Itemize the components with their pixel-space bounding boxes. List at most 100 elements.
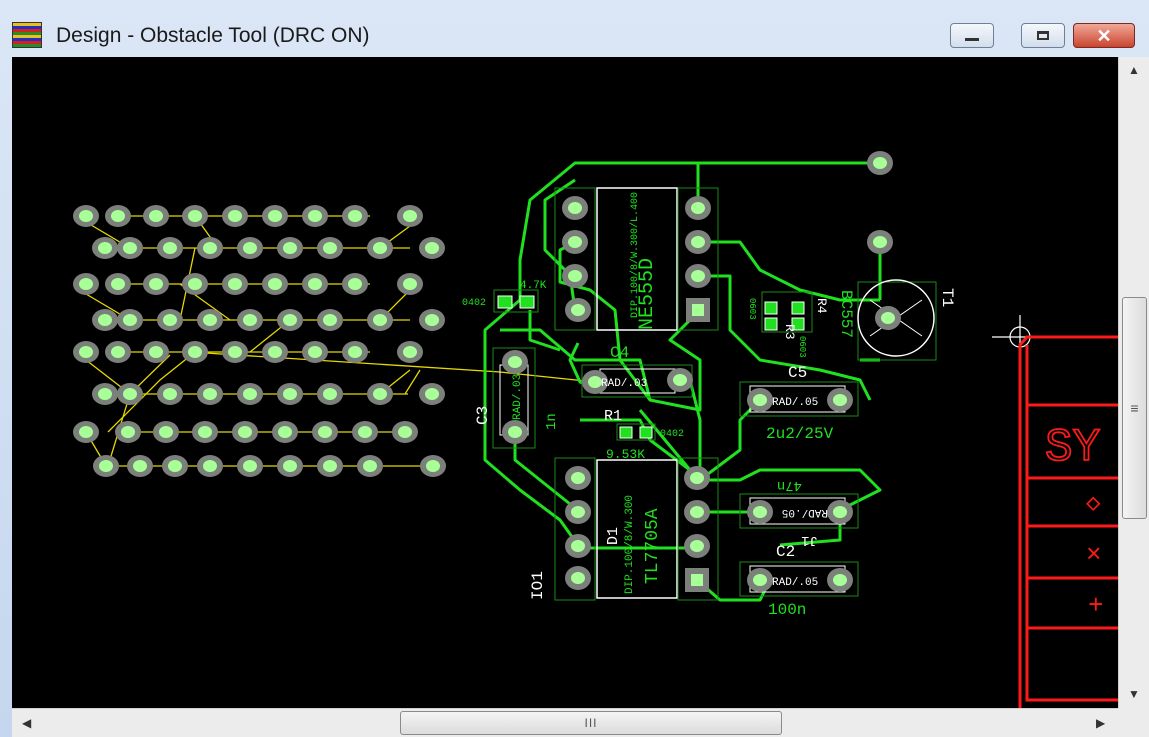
maximize-button[interactable] bbox=[1021, 23, 1065, 48]
via-pad-hole bbox=[98, 314, 112, 326]
via-pad-hole bbox=[243, 242, 257, 254]
title-block-panel bbox=[1018, 335, 1118, 708]
via-pad-hole bbox=[121, 426, 135, 438]
via-pad-hole bbox=[79, 426, 93, 438]
via-pad-hole bbox=[228, 278, 242, 290]
component-labels: NE555D DIP.100/8/W.300/L.400 C4 RAD/.03 … bbox=[462, 192, 956, 619]
via-pad-hole bbox=[373, 388, 387, 400]
via-pad-hole bbox=[373, 314, 387, 326]
via-pad-hole bbox=[308, 278, 322, 290]
scroll-up-arrow-icon[interactable]: ▲ bbox=[1128, 63, 1140, 77]
through-hole-pad-hole bbox=[571, 472, 585, 484]
through-hole-pad-hole bbox=[753, 506, 767, 518]
c1-footprint: RAD/.05 bbox=[782, 506, 828, 518]
vertical-scrollbar[interactable]: ▲ ≡ ▼ bbox=[1118, 57, 1149, 708]
via-pad-hole bbox=[198, 426, 212, 438]
panel-diamond-symbol: ◇ bbox=[1086, 491, 1101, 518]
c5-value: 2u2/25V bbox=[766, 425, 834, 443]
scroll-left-arrow-icon[interactable]: ◀ bbox=[22, 716, 31, 730]
c2-footprint: RAD/.05 bbox=[772, 577, 818, 589]
j1-label: J1 bbox=[801, 532, 818, 548]
vertical-scroll-thumb[interactable]: ≡ bbox=[1122, 297, 1147, 519]
via-pad-hole bbox=[323, 460, 337, 472]
via-pad-hole bbox=[228, 210, 242, 222]
via-pad-hole bbox=[425, 388, 439, 400]
pcb-layout[interactable]: NE555D DIP.100/8/W.300/L.400 C4 RAD/.03 … bbox=[12, 57, 1118, 708]
scroll-down-arrow-icon[interactable]: ▼ bbox=[1128, 687, 1140, 701]
horizontal-scrollbar[interactable]: ◀ III ▶ bbox=[12, 708, 1118, 737]
via-pad-hole bbox=[283, 388, 297, 400]
window-title: Design - Obstacle Tool (DRC ON) bbox=[56, 24, 370, 47]
via-pad-hole bbox=[425, 314, 439, 326]
through-hole-pad-hole bbox=[571, 304, 585, 316]
through-hole-pad-hole bbox=[571, 506, 585, 518]
via-pad-hole bbox=[238, 426, 252, 438]
via-pad-hole bbox=[373, 242, 387, 254]
via-pad-hole bbox=[111, 210, 125, 222]
via-pad-hole bbox=[111, 346, 125, 358]
minimize-icon bbox=[965, 38, 979, 41]
via-pad-hole bbox=[363, 460, 377, 472]
via-pad-hole bbox=[188, 278, 202, 290]
via-pad-hole bbox=[163, 242, 177, 254]
via-pad-hole bbox=[228, 346, 242, 358]
via-pad-hole bbox=[323, 388, 337, 400]
horizontal-thumb-grip: III bbox=[584, 716, 598, 730]
via-pad-hole bbox=[278, 426, 292, 438]
c2-label: C2 bbox=[776, 543, 795, 561]
c3-label: C3 bbox=[474, 406, 492, 425]
via-pad-hole bbox=[203, 314, 217, 326]
through-hole-pad-hole bbox=[508, 356, 522, 368]
via-pad-hole bbox=[283, 460, 297, 472]
via-pad-hole bbox=[268, 346, 282, 358]
via-pad-hole bbox=[123, 242, 137, 254]
c4-label: C4 bbox=[610, 344, 629, 362]
via-pad-hole bbox=[168, 460, 182, 472]
via-pad-hole bbox=[98, 242, 112, 254]
via-pad-hole bbox=[98, 388, 112, 400]
through-hole-pad-hole bbox=[881, 312, 895, 324]
close-button[interactable]: ✕ bbox=[1073, 23, 1135, 48]
horizontal-scroll-thumb[interactable]: III bbox=[400, 711, 782, 735]
r1-value: 9.53K bbox=[606, 447, 645, 462]
c5-footprint: RAD/.05 bbox=[772, 397, 818, 409]
resize-grip[interactable] bbox=[1118, 708, 1149, 737]
through-hole-pad-hole bbox=[691, 236, 705, 248]
title-bar[interactable]: Design - Obstacle Tool (DRC ON) ✕ bbox=[0, 0, 1149, 56]
via-pad-hole bbox=[323, 314, 337, 326]
r3-label: R3 bbox=[782, 324, 797, 340]
via-pad-hole bbox=[268, 210, 282, 222]
via-pad-hole bbox=[188, 210, 202, 222]
via-pad-hole bbox=[398, 426, 412, 438]
application-window: Design - Obstacle Tool (DRC ON) ✕ NE555D… bbox=[0, 0, 1149, 737]
via-pad-hole bbox=[243, 314, 257, 326]
vertical-thumb-grip: ≡ bbox=[1130, 400, 1139, 416]
r4-label: R4 bbox=[814, 298, 829, 314]
through-hole-pad-hole bbox=[673, 374, 687, 386]
t1-label: T1 bbox=[938, 288, 956, 307]
via-pad-hole bbox=[243, 388, 257, 400]
via-pads bbox=[73, 205, 446, 477]
pcb-app-icon[interactable] bbox=[12, 22, 42, 48]
d1-value: TL7705A bbox=[643, 508, 663, 584]
pcb-canvas[interactable]: NE555D DIP.100/8/W.300/L.400 C4 RAD/.03 … bbox=[12, 57, 1118, 708]
via-pad-hole bbox=[163, 314, 177, 326]
panel-plus-symbol: + bbox=[1088, 591, 1104, 621]
close-icon: ✕ bbox=[1096, 25, 1112, 46]
via-pad-hole bbox=[123, 314, 137, 326]
via-pad-hole bbox=[348, 278, 362, 290]
via-pad-hole bbox=[403, 278, 417, 290]
through-hole-pad-hole bbox=[873, 157, 887, 169]
maximize-icon bbox=[1037, 31, 1049, 40]
r1-footprint: 0402 bbox=[660, 429, 684, 440]
via-pad-hole bbox=[79, 278, 93, 290]
r3-footprint: 0603 bbox=[747, 298, 757, 320]
minimize-button[interactable] bbox=[950, 23, 994, 48]
via-pad-hole bbox=[111, 278, 125, 290]
through-hole-pad-hole bbox=[833, 574, 847, 586]
via-pad-hole bbox=[318, 426, 332, 438]
t1-value: BC557 bbox=[837, 290, 855, 338]
through-hole-pad-hole bbox=[508, 426, 522, 438]
scroll-right-arrow-icon[interactable]: ▶ bbox=[1096, 716, 1105, 730]
through-hole-pad-hole bbox=[568, 270, 582, 282]
